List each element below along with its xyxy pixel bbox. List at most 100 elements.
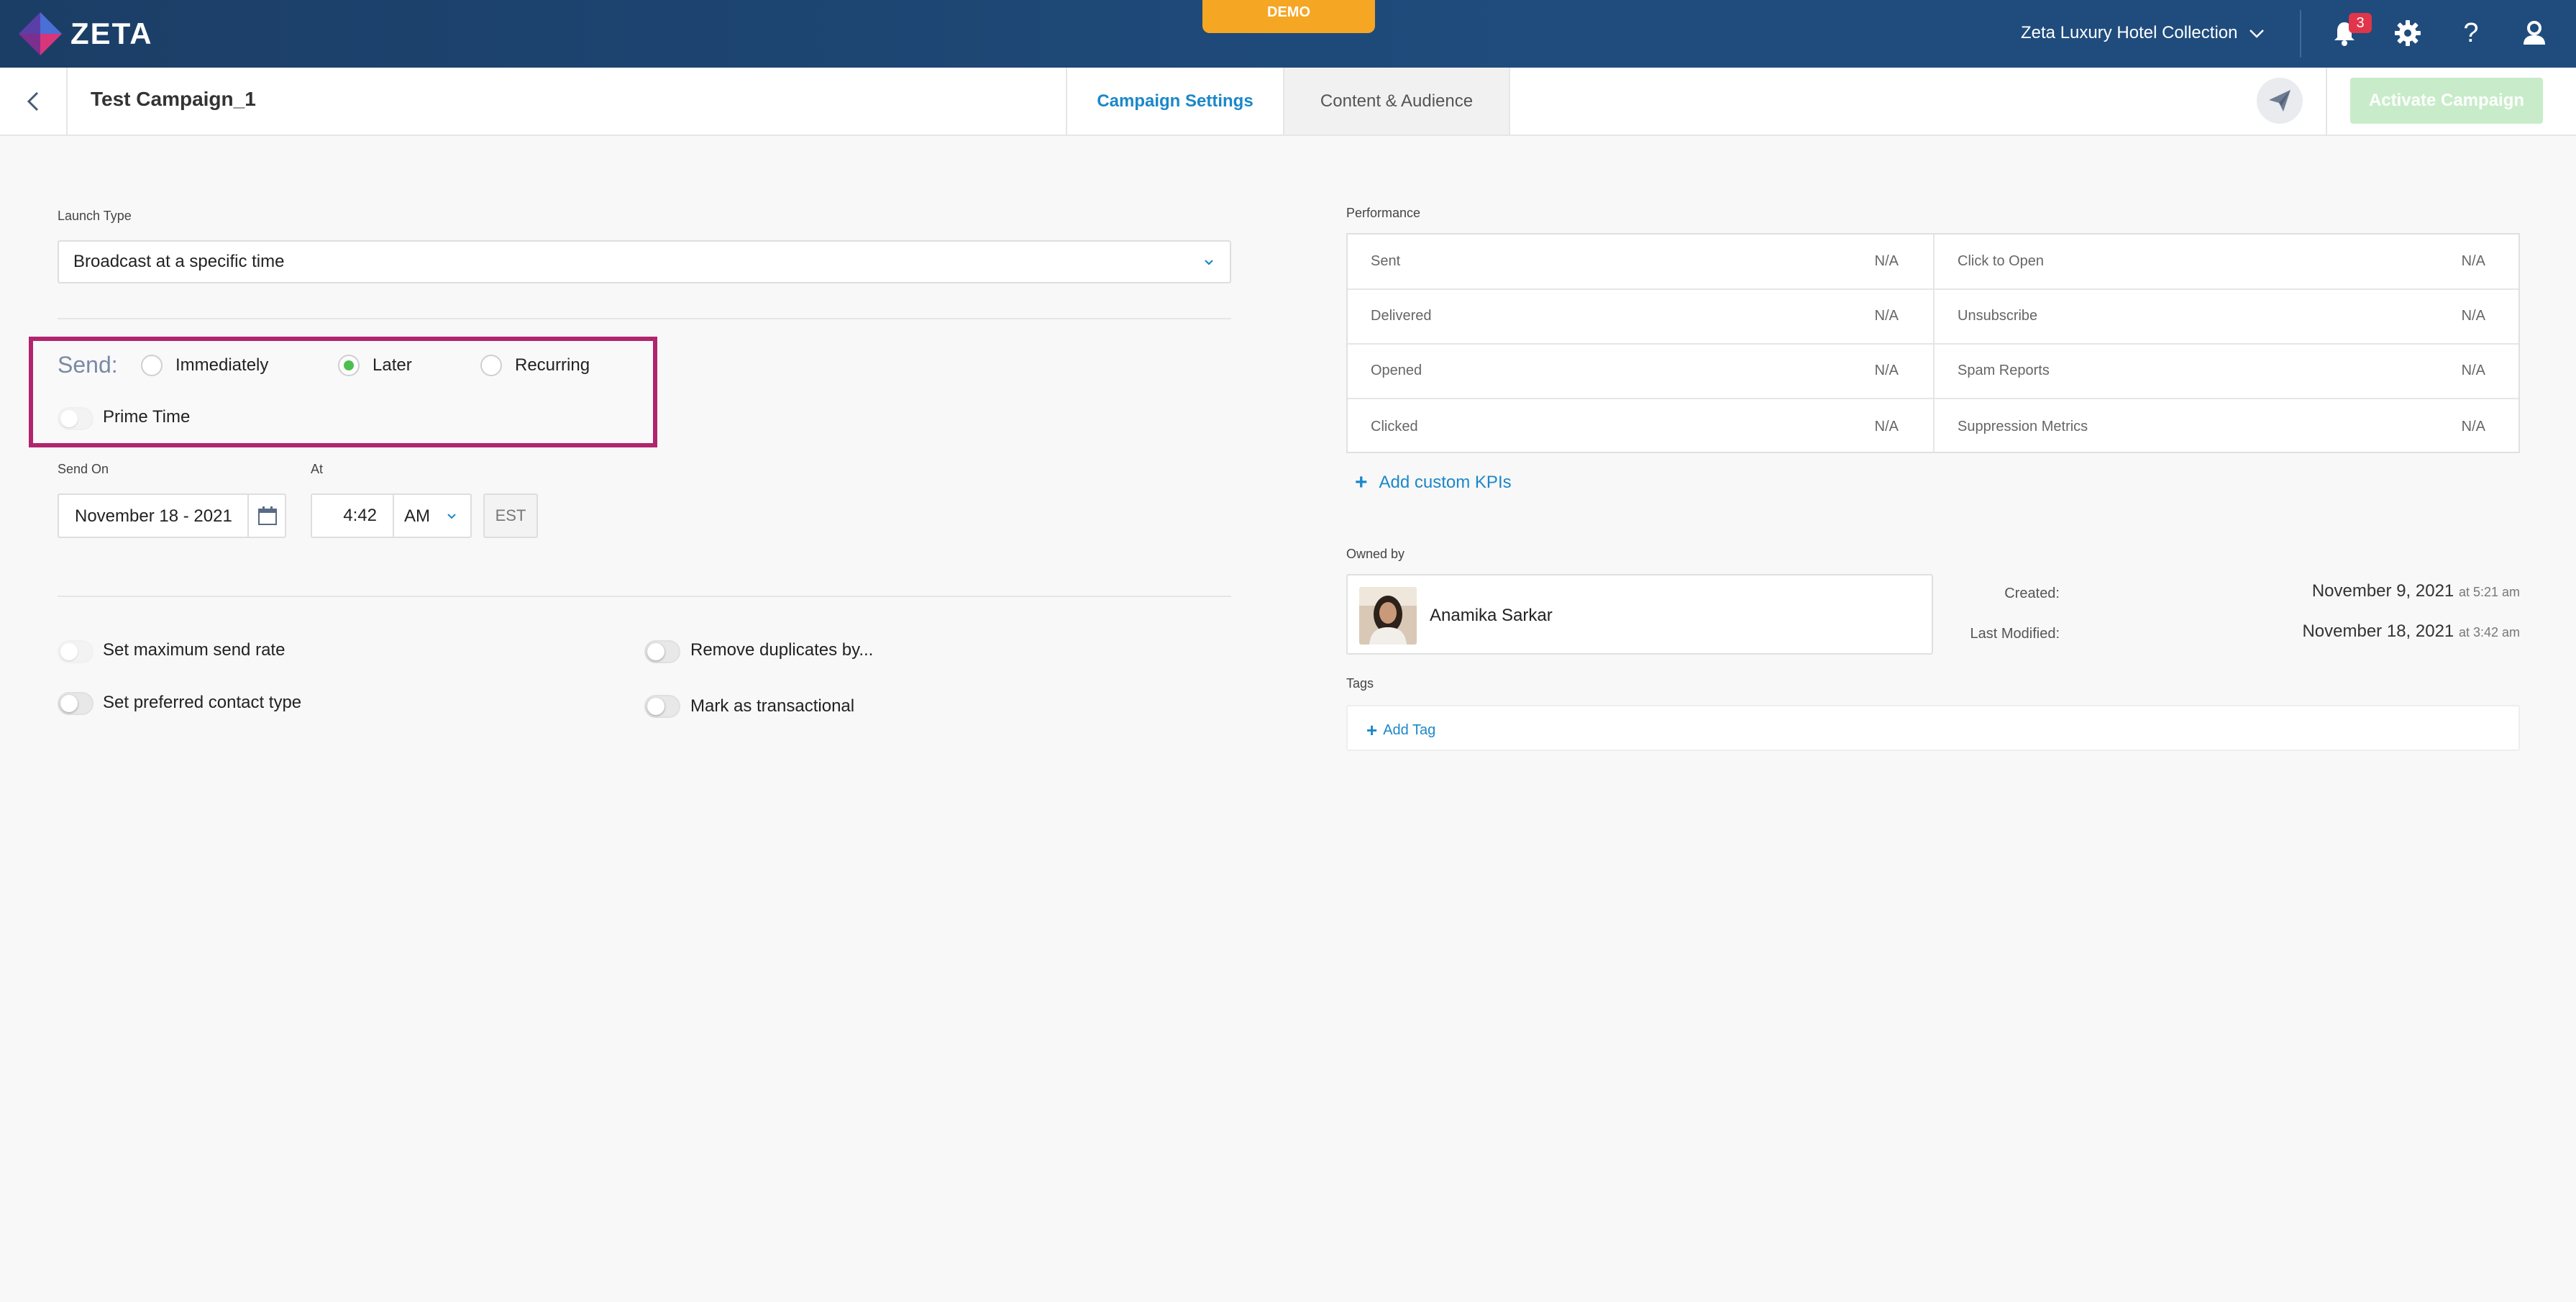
max-send-rate-label: Set maximum send rate [103,640,286,660]
zeta-logo[interactable]: ZETA [16,9,153,59]
modified-time-value: at 3:42 am [2458,625,2520,639]
send-options-highlight [29,337,657,447]
remove-duplicates-toggle[interactable] [644,640,680,663]
mark-transactional-toggle[interactable] [644,695,680,718]
radio-immediately[interactable] [141,355,163,376]
send-date-value: November 18 - 2021 [75,506,232,526]
created-time-value: at 5:21 am [2458,585,2520,599]
tags-field: + Add Tag [1346,705,2520,751]
metric-delivered-label: Delivered [1371,308,1432,324]
metric-sent-label: Sent [1371,253,1401,269]
logo-text: ZETA [70,17,153,50]
metric-sent-value: N/A [1874,253,1899,269]
time-hour-input[interactable]: 4:42 [312,495,394,537]
add-custom-kpis-link[interactable]: + Add custom KPIs [1355,472,1512,493]
question-icon: ? [2463,17,2479,48]
calendar-button[interactable] [247,495,286,537]
avatar [1359,587,1417,645]
gear-icon [2395,20,2421,46]
table-divider [1348,288,2518,290]
table-divider [1348,343,2518,345]
last-modified-label: Last Modified: [1970,626,2060,642]
radio-immediately-label[interactable]: Immediately [175,355,268,375]
help-button[interactable]: ? [2454,16,2488,50]
settings-button[interactable] [2390,16,2425,50]
metric-delivered-value: N/A [1874,308,1899,324]
demo-badge: DEMO [1202,0,1375,33]
metric-unsubscribe-value: N/A [2461,308,2485,324]
launch-type-value: Broadcast at a specific time [73,252,285,271]
tab-campaign-settings[interactable]: Campaign Settings [1066,68,1284,135]
metric-opened-label: Opened [1371,363,1422,378]
section-divider [58,318,1231,319]
back-button[interactable] [0,68,68,135]
send-date-field[interactable]: November 18 - 2021 [58,493,286,538]
timezone-badge: EST [483,493,538,538]
calendar-icon [258,506,277,525]
header-divider [2326,68,2327,135]
top-bar: ZETA DEMO Zeta Luxury Hotel Collection 3 [0,0,2576,68]
send-on-label: Send On [58,462,109,476]
owner-name: Anamika Sarkar [1430,606,1553,625]
metric-unsubscribe-label: Unsubscribe [1958,308,2038,324]
last-modified-date: November 18, 2021 at 3:42 am [2268,622,2520,642]
top-divider [2300,10,2301,58]
launch-type-label: Launch Type [58,209,132,223]
tags-label: Tags [1346,676,1374,691]
mark-transactional-label: Mark as transactional [690,696,855,716]
metric-spam-reports-label: Spam Reports [1958,363,2050,378]
chevron-down-icon [2250,29,2265,38]
created-label: Created: [2004,586,2060,601]
notification-count-badge: 3 [2349,13,2372,33]
add-custom-kpis-label: Add custom KPIs [1379,473,1512,492]
activate-campaign-button[interactable]: Activate Campaign [2350,78,2543,124]
preferred-contact-toggle[interactable] [58,692,93,715]
plus-icon: + [1366,719,1378,741]
owned-by-label: Owned by [1346,547,1405,561]
chevron-left-icon [27,91,39,111]
add-tag-label: Add Tag [1383,721,1436,738]
campaign-title: Test Campaign_1 [91,88,256,110]
metric-click-to-open-label: Click to Open [1958,253,2045,269]
performance-label: Performance [1346,206,1421,220]
radio-recurring[interactable] [480,355,502,376]
send-test-button[interactable] [2257,78,2303,124]
owner-field[interactable]: Anamika Sarkar [1346,574,1933,655]
send-label: Send: [58,352,118,378]
radio-later-label[interactable]: Later [373,355,412,375]
radio-later[interactable] [338,355,360,376]
remove-duplicates-label: Remove duplicates by... [690,640,874,660]
created-date-value: November 9, 2021 [2311,581,2454,601]
performance-table: Sent N/A Delivered N/A Opened N/A Clicke… [1346,233,2520,453]
metric-opened-value: N/A [1874,363,1899,378]
metric-clicked-value: N/A [1874,419,1899,434]
launch-type-select[interactable]: Broadcast at a specific time [58,240,1231,283]
radio-recurring-label[interactable]: Recurring [515,355,590,375]
max-send-rate-toggle[interactable] [58,640,93,663]
user-profile-button[interactable] [2517,16,2552,50]
add-tag-link[interactable]: + Add Tag [1366,719,1435,741]
modified-date-value: November 18, 2021 [2302,622,2454,641]
created-date: November 9, 2021 at 5:21 am [2311,581,2520,601]
zeta-logo-icon [19,12,62,55]
at-label: At [311,462,324,476]
chevron-down-icon [1205,260,1213,265]
table-divider [1348,398,2518,399]
tab-content-audience[interactable]: Content & Audience [1284,68,1510,135]
preferred-contact-label: Set preferred contact type [103,693,302,712]
metric-clicked-label: Clicked [1371,419,1418,434]
account-name: Zeta Luxury Hotel Collection [2021,23,2238,42]
campaign-header: Test Campaign_1 Campaign Settings Conten… [0,68,2576,136]
metric-click-to-open-value: N/A [2461,253,2485,269]
chevron-down-icon [447,514,456,519]
paper-plane-icon [2269,90,2290,111]
metric-suppression-label: Suppression Metrics [1958,419,2088,434]
metric-suppression-value: N/A [2461,419,2485,434]
prime-time-label: Prime Time [103,407,191,427]
ampm-select[interactable]: AM [404,506,430,527]
section-divider [58,596,1231,597]
prime-time-toggle[interactable] [58,407,93,430]
send-time-field[interactable]: 4:42 AM [311,493,472,538]
account-switcher[interactable]: Zeta Luxury Hotel Collection [2021,17,2266,49]
plus-icon: + [1355,470,1368,494]
